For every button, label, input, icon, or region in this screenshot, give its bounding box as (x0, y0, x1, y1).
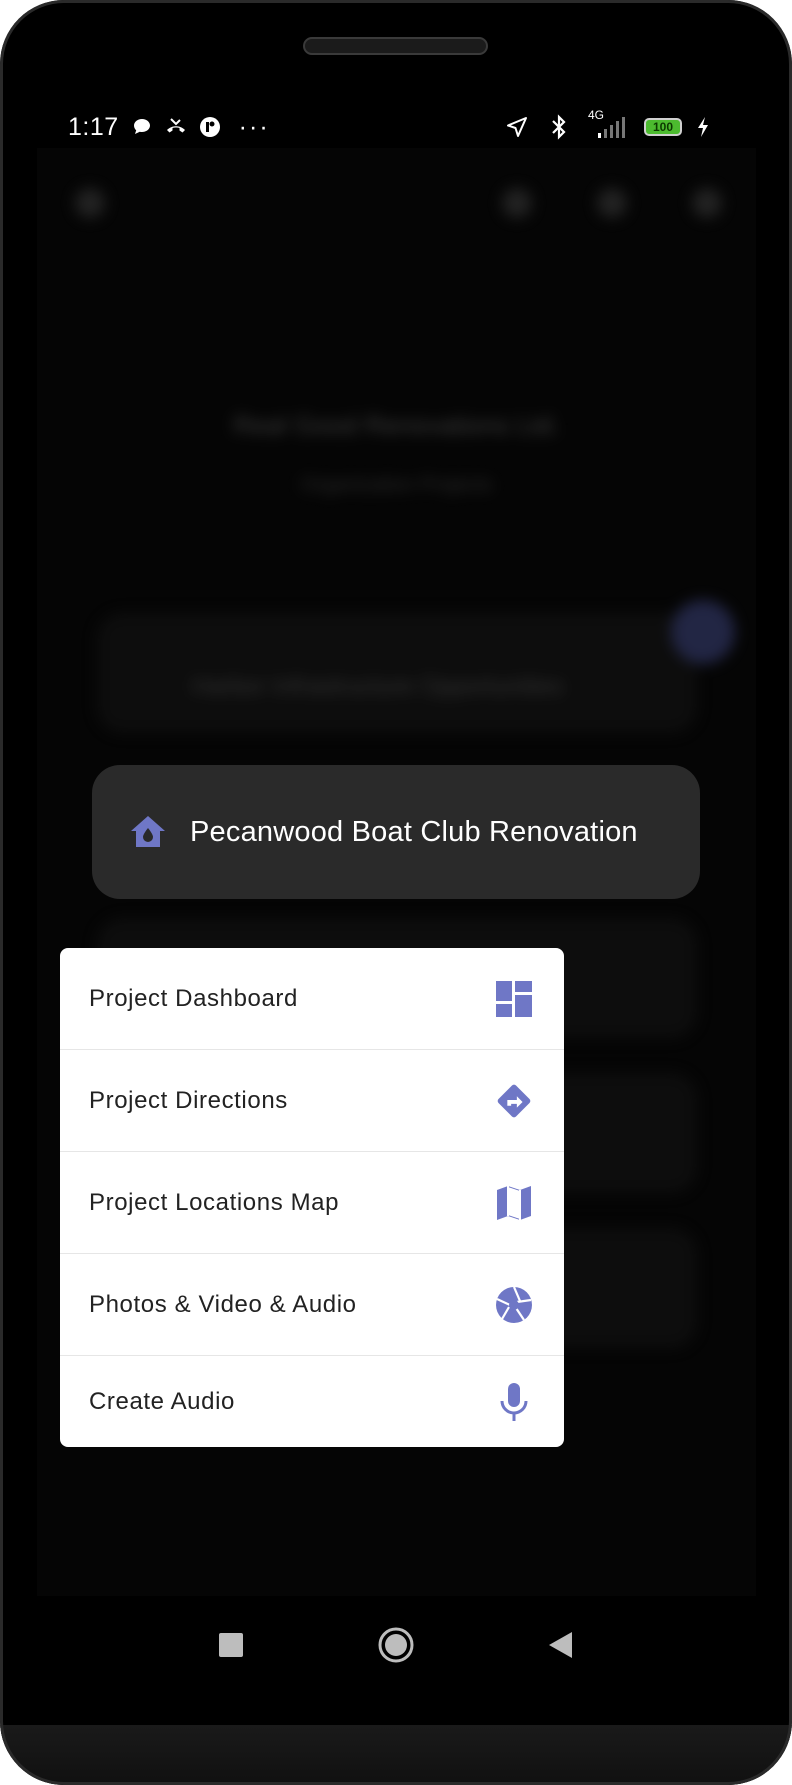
menu-item-label: Project Directions (89, 1086, 288, 1114)
camera-aperture-icon (494, 1285, 534, 1325)
bluetooth-icon (546, 114, 572, 140)
signal-icon: 4G (588, 108, 628, 140)
location-icon (504, 114, 530, 140)
missed-call-icon (163, 114, 189, 140)
system-nav-bar (0, 1600, 792, 1690)
project-card[interactable]: Pecanwood Boat Club Renovation (92, 765, 700, 899)
background-card-title: Harbor Infrastructure Opportunities (192, 673, 563, 700)
project-name: Pecanwood Boat Club Renovation (190, 815, 638, 848)
menu-item-label: Project Dashboard (89, 984, 298, 1012)
battery-indicator: 100 (644, 118, 682, 136)
add-button (671, 600, 735, 664)
map-icon (494, 1183, 534, 1223)
directions-icon (494, 1081, 534, 1121)
back-button[interactable] (541, 1625, 581, 1665)
chat-icon (129, 114, 155, 140)
menu-item-label: Photos & Video & Audio (89, 1290, 357, 1318)
menu-item-project-locations-map[interactable]: Project Locations Map (60, 1152, 564, 1254)
menu-item-project-directions[interactable]: Project Directions (60, 1050, 564, 1152)
phone-frame: 1:17 ··· 4G 100 Real Good Renovations Lt… (0, 0, 792, 1785)
menu-item-create-audio[interactable]: Create Audio (60, 1356, 564, 1447)
organization-title: Real Good Renovations Ltd. (233, 410, 560, 440)
network-type: 4G (588, 108, 605, 122)
home-button[interactable] (376, 1625, 416, 1665)
toolbar-icon-1 (502, 188, 532, 218)
status-bar: 1:17 ··· 4G 100 (68, 108, 724, 144)
more-notifications-icon: ··· (238, 112, 270, 141)
toolbar-icon-3 (692, 188, 722, 218)
microphone-icon (494, 1382, 534, 1422)
phone-chin (0, 1725, 792, 1785)
app-notification-icon (197, 114, 223, 140)
house-water-icon (128, 812, 168, 852)
menu-item-project-dashboard[interactable]: Project Dashboard (60, 948, 564, 1050)
menu-item-label: Create Audio (89, 1387, 235, 1415)
back-arrow-icon (75, 188, 105, 218)
menu-item-label: Project Locations Map (89, 1188, 340, 1216)
speaker-grille (303, 37, 488, 55)
project-action-menu: Project Dashboard Project Directions Pro… (60, 948, 564, 1447)
recents-button[interactable] (211, 1625, 251, 1665)
toolbar-icon-2 (597, 188, 627, 218)
charging-icon (690, 114, 716, 140)
menu-item-photos-video-audio[interactable]: Photos & Video & Audio (60, 1254, 564, 1356)
status-time: 1:17 (68, 112, 119, 141)
organization-subtitle: Organization Projects (300, 474, 493, 496)
dashboard-icon (494, 979, 534, 1019)
